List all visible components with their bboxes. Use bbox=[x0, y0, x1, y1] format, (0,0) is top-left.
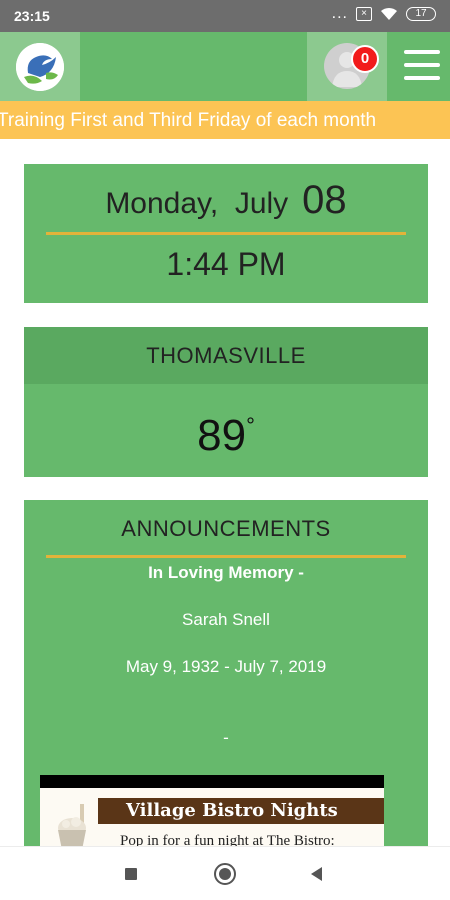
logo-button[interactable] bbox=[0, 32, 80, 101]
notifications-button[interactable]: 0 bbox=[307, 32, 387, 101]
dove-logo-icon bbox=[16, 43, 64, 91]
notification-count-badge: 0 bbox=[351, 45, 379, 73]
battery-icon: 17 bbox=[406, 7, 436, 21]
announcements-title: ANNOUNCEMENTS bbox=[121, 516, 331, 541]
announcement-heading: In Loving Memory - bbox=[148, 563, 304, 582]
flyer-background: Village Bistro Nights Pop in for a fun n… bbox=[40, 788, 384, 850]
home-icon[interactable] bbox=[214, 863, 236, 885]
status-bar: 23:15 ... × 17 bbox=[0, 0, 450, 32]
current-time: 1:44 PM bbox=[166, 246, 286, 282]
degree-symbol: ° bbox=[246, 413, 255, 438]
status-time: 23:15 bbox=[14, 8, 50, 24]
temperature-value: 89 bbox=[197, 411, 247, 460]
system-nav-bar bbox=[0, 846, 450, 900]
day-number: 08 bbox=[302, 178, 347, 222]
announcements-card: ANNOUNCEMENTS In Loving Memory - Sarah S… bbox=[24, 500, 428, 850]
dessert-cup-icon bbox=[58, 804, 86, 850]
announcement-ticker: Training First and Third Friday of each … bbox=[0, 101, 450, 139]
announcement-separator: - bbox=[223, 728, 229, 747]
announcement-name: Sarah Snell bbox=[182, 610, 270, 629]
date-line: Monday, July 08 bbox=[24, 178, 428, 223]
date-time-card: Monday, July 08 1:44 PM bbox=[24, 164, 428, 303]
sim-x-icon: × bbox=[356, 7, 372, 21]
divider bbox=[46, 232, 406, 235]
weather-location: THOMASVILLE bbox=[24, 327, 428, 384]
app-header: 0 bbox=[0, 32, 450, 101]
temperature: 89° bbox=[24, 411, 428, 461]
more-dots-icon: ... bbox=[331, 5, 348, 22]
weekday-month: Monday, July bbox=[105, 187, 289, 220]
flyer-banner: Village Bistro Nights bbox=[98, 798, 384, 824]
hamburger-menu-icon[interactable] bbox=[404, 50, 440, 82]
back-icon[interactable] bbox=[311, 867, 322, 881]
announcement-dates: May 9, 1932 - July 7, 2019 bbox=[125, 657, 327, 676]
divider bbox=[46, 555, 406, 558]
weather-card: THOMASVILLE 89° bbox=[24, 327, 428, 477]
ticker-text: Training First and Third Friday of each … bbox=[0, 110, 377, 131]
recent-apps-icon[interactable] bbox=[125, 868, 137, 880]
bistro-flyer-image[interactable]: Village Bistro Nights Pop in for a fun n… bbox=[40, 775, 384, 850]
wifi-icon bbox=[381, 7, 397, 20]
status-icons: ... × 17 bbox=[331, 5, 436, 22]
